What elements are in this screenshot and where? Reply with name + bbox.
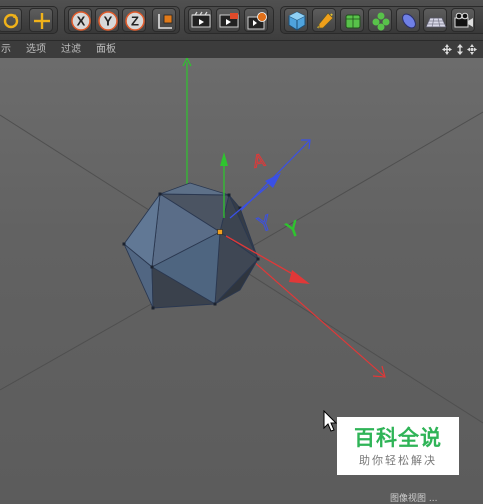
pen-spline-button[interactable] [312,8,336,32]
x-axis-lock-button[interactable]: X [68,8,92,32]
cube-button[interactable] [284,8,308,32]
watermark-logo: 百科全说 助你轻松解决 [337,417,459,475]
render-view-icon [191,11,211,28]
deformer-icon [402,13,416,29]
cube-icon [288,11,306,31]
menu-options[interactable]: 选项 [26,43,46,56]
coordinate-system-button[interactable] [152,8,176,32]
subdivision-icon [345,14,361,29]
rotate-icon [3,13,19,29]
viewport-menu-bar: 示 选项 过滤 面板 [0,41,483,59]
render-settings-button[interactable] [244,8,268,32]
status-text: 图像视图 ... [390,494,438,504]
zoom-icon[interactable] [457,44,463,55]
render-view-button[interactable] [188,8,212,32]
subdivision-surface-button[interactable] [340,8,364,32]
y-rotation-marker[interactable]: Y [282,215,304,243]
camera-icon [454,12,473,28]
icosahedron-object[interactable] [123,182,259,309]
z-rotation-marker[interactable]: Y [253,209,275,237]
y-axis-lock-button[interactable]: Y [95,8,119,32]
rotate-tool-button[interactable] [0,8,22,32]
z-axis-lock-button[interactable]: Z [122,8,146,32]
pen-spline-icon [317,12,334,29]
x-rotation-marker[interactable]: A [251,150,268,173]
y-axis-lock-icon: Y [98,11,118,31]
move-icon [34,13,50,29]
render-picture-viewer-icon [219,13,239,28]
mograph-icon [372,12,390,31]
svg-text:Y: Y [104,14,113,29]
mograph-button[interactable] [368,8,392,32]
render-picture-viewer-button[interactable] [216,8,240,32]
coordinate-system-icon [158,14,173,29]
render-settings-icon [247,12,267,30]
x-axis-lock-icon: X [71,11,91,31]
move-tool-button[interactable] [29,8,53,32]
watermark-title: 百科全说 [354,426,442,450]
viewport-navigation-icons [442,44,477,55]
object-axis-center-handle[interactable] [217,229,223,235]
menu-show[interactable]: 示 [1,43,11,56]
z-axis-lock-icon: Z [125,11,145,31]
floor-button[interactable] [423,8,447,32]
floor-icon [425,17,447,28]
svg-text:Z: Z [131,14,139,29]
watermark-subtitle: 助你轻松解决 [359,454,437,467]
menu-filter[interactable]: 过滤 [61,43,81,56]
menu-panel[interactable]: 面板 [96,43,116,56]
svg-text:X: X [77,14,86,29]
orbit-icon[interactable] [467,44,477,55]
deformer-button[interactable] [396,8,420,32]
main-toolbar: X Y Z [0,0,483,41]
pan-icon[interactable] [442,44,452,55]
camera-button[interactable] [451,8,475,32]
